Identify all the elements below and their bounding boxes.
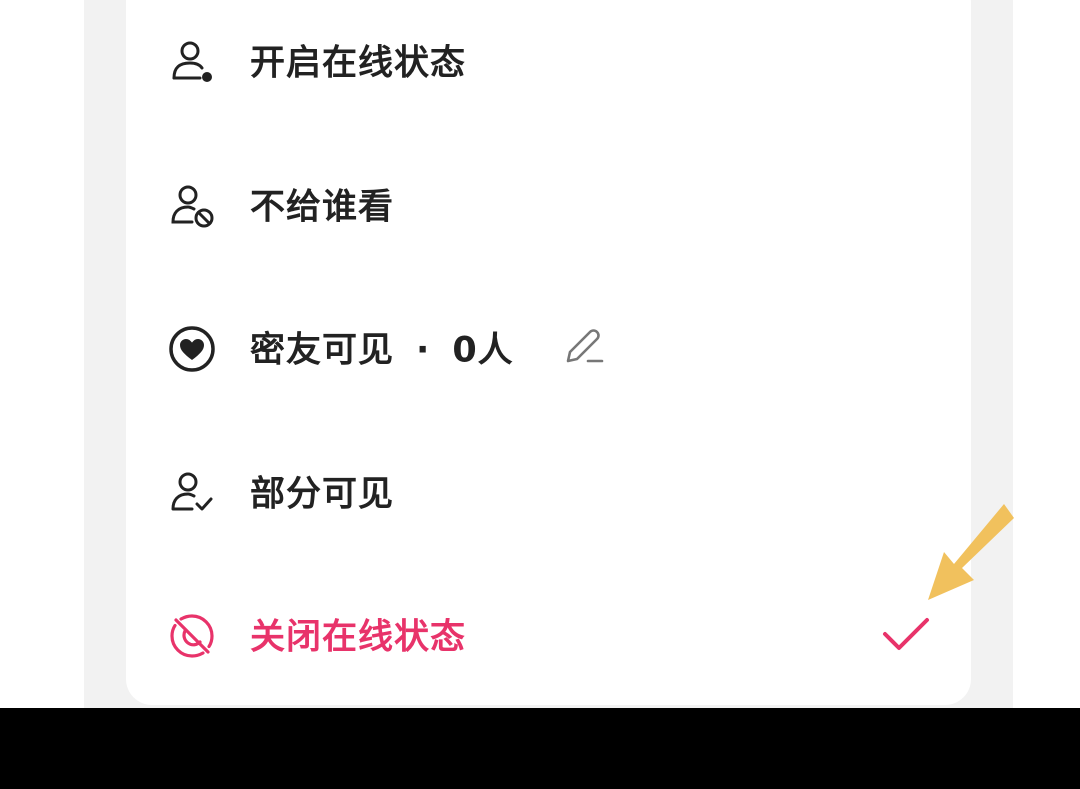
user-dot-icon <box>172 41 212 82</box>
menu-item-label: 开启在线状态 <box>250 43 467 84</box>
menu-item-enable-online-status[interactable]: 开启在线状态 <box>126 12 971 108</box>
menu-item-partially-visible[interactable]: 部分可见 <box>126 443 971 539</box>
close-friends-count: 0人 <box>452 330 514 371</box>
user-check-icon <box>171 472 213 511</box>
checkmark-icon <box>883 618 929 650</box>
pointer-arrow-icon <box>928 504 1014 600</box>
separator-dot: · <box>416 330 431 371</box>
eye-off-icon <box>170 614 214 658</box>
screen: 开启在线状态 不给谁看 密友可见 · 0人 部分可见 关闭在线状态 <box>0 0 1080 708</box>
edit-pencil-icon[interactable] <box>562 323 608 369</box>
black-bottom-bar <box>0 708 1080 789</box>
menu-item-label: 关闭在线状态 <box>250 617 467 658</box>
menu-item-label: 密友可见 <box>250 330 395 371</box>
menu-item-hide-from[interactable]: 不给谁看 <box>126 156 971 252</box>
menu-item-disable-online-status[interactable]: 关闭在线状态 <box>126 586 971 682</box>
menu-item-label: 不给谁看 <box>250 187 395 228</box>
user-block-icon <box>171 185 214 228</box>
menu-item-label: 部分可见 <box>250 474 395 515</box>
menu-item-label-group: 密友可见 · 0人 <box>250 322 514 373</box>
heart-circle-icon <box>169 326 215 372</box>
menu-item-close-friends[interactable]: 密友可见 · 0人 <box>126 299 971 395</box>
